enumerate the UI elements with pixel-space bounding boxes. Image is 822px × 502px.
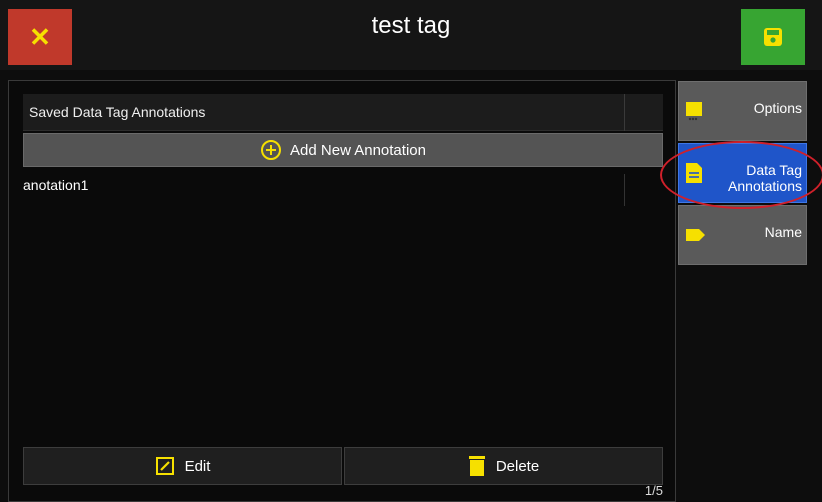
column-divider	[624, 94, 625, 131]
tab-options-label: Options	[753, 100, 802, 116]
column-divider	[624, 174, 625, 206]
page-title: test tag	[371, 12, 451, 39]
tab-data-tag-annotations[interactable]: Data Tag Annotations	[678, 143, 807, 203]
delete-button[interactable]: Delete	[344, 447, 663, 485]
comment-icon	[686, 102, 702, 121]
trash-icon	[468, 456, 485, 476]
list-item-label: anotation1	[23, 177, 89, 193]
add-annotation-label: Add New Annotation	[290, 141, 426, 159]
top-bar: ✕ test tag	[0, 0, 822, 70]
list-item[interactable]: anotation1	[23, 173, 663, 205]
delete-label: Delete	[495, 457, 540, 475]
edit-button[interactable]: Edit	[23, 447, 342, 485]
list-title: Saved Data Tag Annotations	[23, 94, 663, 131]
plus-circle-icon	[261, 140, 282, 160]
page-indicator: 1/5	[644, 483, 663, 498]
action-bar: Edit Delete	[23, 447, 663, 485]
add-annotation-button[interactable]: Add New Annotation	[23, 133, 663, 167]
annotations-panel: Saved Data Tag Annotations Add New Annot…	[8, 80, 676, 502]
tag-icon	[686, 229, 705, 241]
tab-data-tag-annotations-label: Data Tag Annotations	[728, 162, 802, 194]
document-icon	[686, 163, 702, 183]
edit-label: Edit	[184, 457, 211, 475]
save-icon	[764, 28, 782, 46]
tab-name[interactable]: Name	[678, 205, 807, 265]
edit-icon	[155, 457, 174, 475]
save-button[interactable]	[741, 9, 805, 65]
tab-name-label: Name	[764, 224, 802, 240]
tab-options[interactable]: Options	[678, 81, 807, 141]
